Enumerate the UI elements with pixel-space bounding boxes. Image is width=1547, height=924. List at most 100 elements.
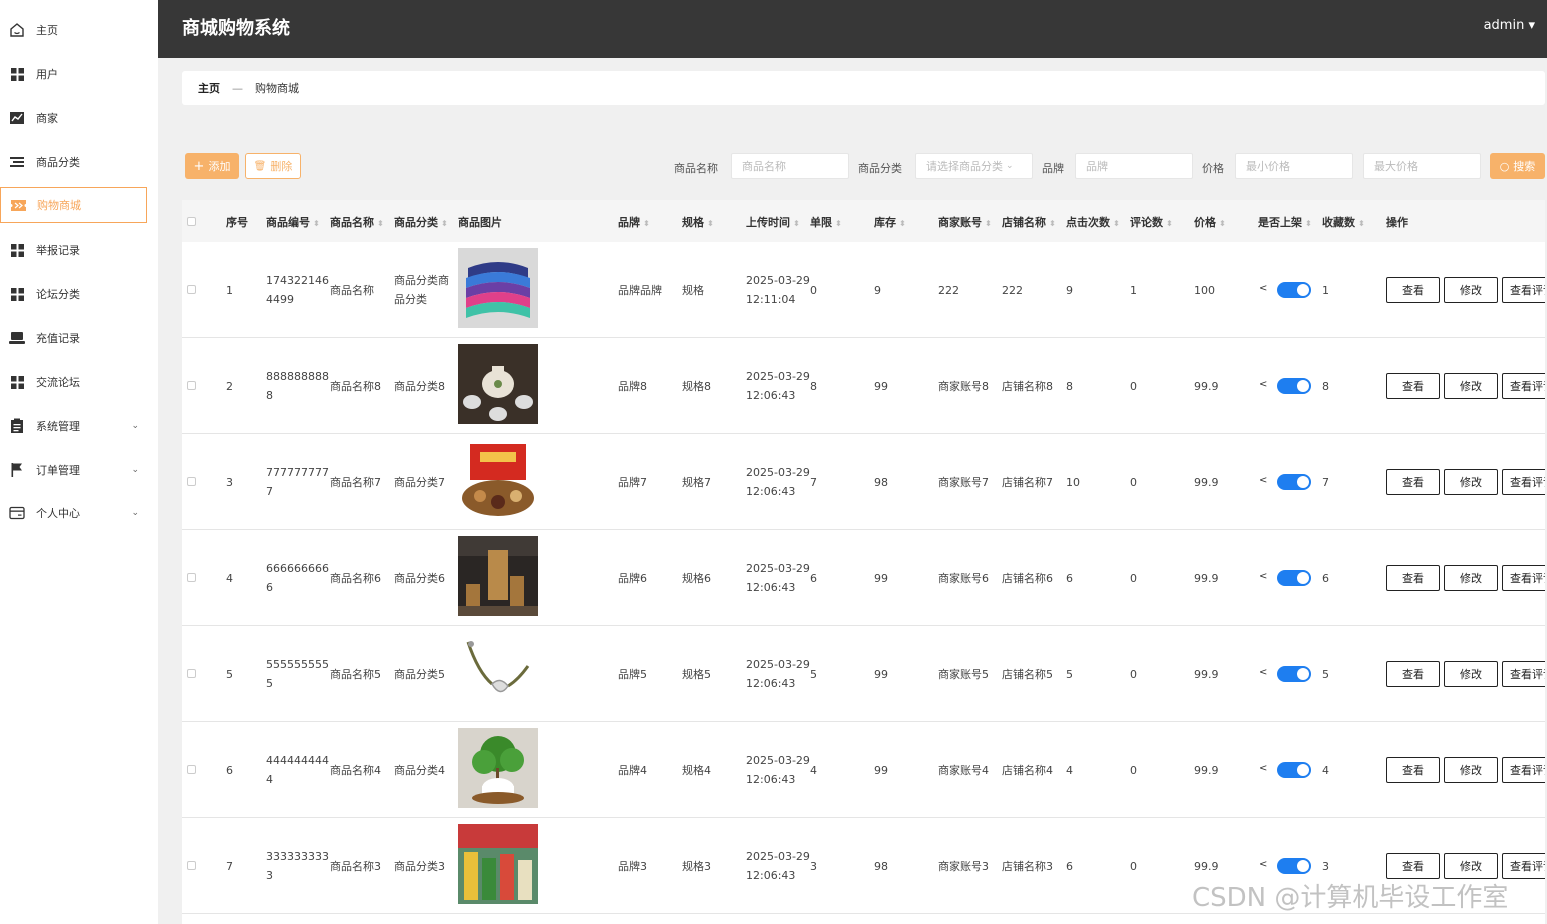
view-reviews-button[interactable]: 查看评论 — [1502, 373, 1545, 399]
sort-icon[interactable]: ⬍ — [1049, 219, 1056, 228]
sidebar-item-9[interactable]: 交流论坛 — [0, 364, 147, 400]
column-header[interactable]: 商品分类 ⬍ — [394, 214, 448, 230]
brand-filter-input[interactable]: 品牌 — [1075, 153, 1193, 179]
row-checkbox[interactable] — [187, 573, 196, 582]
view-reviews-button[interactable]: 查看评论 — [1502, 757, 1545, 783]
sidebar-item-7[interactable]: 论坛分类 — [0, 276, 147, 312]
listing-toggle[interactable] — [1277, 474, 1311, 490]
name-filter-input[interactable]: 商品名称 — [731, 153, 849, 179]
column-header[interactable]: 商品编号 ⬍ — [266, 214, 320, 230]
delete-button[interactable]: 🗑 删除 — [245, 153, 301, 179]
select-all-checkbox[interactable] — [187, 217, 196, 226]
edit-button[interactable]: 修改 — [1444, 277, 1498, 303]
view-button[interactable]: 查看 — [1386, 277, 1440, 303]
edit-button[interactable]: 修改 — [1444, 757, 1498, 783]
product-image[interactable] — [458, 344, 538, 424]
product-image[interactable] — [458, 536, 538, 616]
edit-button[interactable]: 修改 — [1444, 661, 1498, 687]
view-reviews-button[interactable]: 查看评论 — [1502, 565, 1545, 591]
sort-icon[interactable]: ⬍ — [1358, 219, 1365, 228]
column-header[interactable]: 商品名称 ⬍ — [330, 214, 384, 230]
listing-toggle[interactable] — [1277, 282, 1311, 298]
column-header[interactable]: 点击次数 ⬍ — [1066, 214, 1120, 230]
listing-toggle[interactable] — [1277, 858, 1311, 874]
view-button[interactable]: 查看 — [1386, 469, 1440, 495]
column-header[interactable]: 品牌 ⬍ — [618, 214, 650, 230]
product-image[interactable] — [458, 248, 538, 328]
breadcrumb-home[interactable]: 主页 — [198, 80, 220, 96]
listing-toggle[interactable] — [1277, 378, 1311, 394]
row-checkbox[interactable] — [187, 381, 196, 390]
view-reviews-button[interactable]: 查看评论 — [1502, 469, 1545, 495]
sort-icon[interactable]: ⬍ — [707, 219, 714, 228]
row-checkbox[interactable] — [187, 765, 196, 774]
sort-icon[interactable]: ⬍ — [1305, 219, 1312, 228]
sort-icon[interactable]: ⬍ — [377, 219, 384, 228]
product-image[interactable] — [458, 440, 538, 520]
sidebar-item-8[interactable]: 充值记录 — [0, 320, 147, 356]
sidebar-item-6[interactable]: 举报记录 — [0, 232, 147, 268]
sort-icon[interactable]: ⬍ — [985, 219, 992, 228]
column-header[interactable]: 库存 ⬍ — [874, 214, 906, 230]
sort-icon[interactable]: ⬍ — [1166, 219, 1173, 228]
sort-icon[interactable]: ⬍ — [899, 219, 906, 228]
sort-icon[interactable]: ⬍ — [793, 219, 800, 228]
product-image[interactable] — [458, 824, 538, 904]
sidebar-item-2[interactable]: 用户 — [0, 56, 147, 92]
sort-icon[interactable]: ⬍ — [1219, 219, 1226, 228]
column-header[interactable]: 店铺名称 ⬍ — [1002, 214, 1056, 230]
listing-toggle[interactable] — [1277, 762, 1311, 778]
add-button[interactable]: + 添加 — [185, 153, 239, 179]
sort-icon[interactable]: ⬍ — [1113, 219, 1120, 228]
view-reviews-button[interactable]: 查看评论 — [1502, 853, 1545, 879]
sidebar-item-10[interactable]: 系统管理 ⌄ — [0, 408, 147, 444]
max-price-input[interactable]: 最大价格 — [1363, 153, 1481, 179]
row-checkbox[interactable] — [187, 285, 196, 294]
user-menu[interactable]: admin ▾ — [1484, 18, 1535, 33]
stock-line: 99 — [874, 379, 888, 393]
product-image[interactable] — [458, 728, 538, 808]
view-button[interactable]: 查看 — [1386, 853, 1440, 879]
sidebar-item-5[interactable]: 购物商城 — [0, 187, 147, 223]
upload-time: 2025-03-29 12:06:43 — [746, 559, 810, 597]
listing-toggle[interactable] — [1277, 570, 1311, 586]
column-header[interactable]: 价格 ⬍ — [1194, 214, 1226, 230]
column-header[interactable]: 收藏数 ⬍ — [1322, 214, 1365, 230]
sidebar-item-12[interactable]: 个人中心 ⌄ — [0, 495, 147, 531]
edit-button[interactable]: 修改 — [1444, 469, 1498, 495]
row-checkbox[interactable] — [187, 669, 196, 678]
view-reviews-button[interactable]: 查看评论 — [1502, 277, 1545, 303]
column-header[interactable]: 是否上架 ⬍ — [1258, 214, 1312, 230]
sort-icon[interactable]: ⬍ — [313, 219, 320, 228]
row-checkbox[interactable] — [187, 861, 196, 870]
column-header[interactable]: 单限 ⬍ — [810, 214, 842, 230]
edit-button[interactable]: 修改 — [1444, 373, 1498, 399]
edit-button[interactable]: 修改 — [1444, 853, 1498, 879]
sidebar-item-1[interactable]: 主页 — [0, 12, 147, 48]
sort-icon[interactable]: ⬍ — [441, 219, 448, 228]
listing-toggle[interactable] — [1277, 666, 1311, 682]
view-button[interactable]: 查看 — [1386, 565, 1440, 591]
view-button[interactable]: 查看 — [1386, 661, 1440, 687]
sidebar-item-3[interactable]: 商家 — [0, 100, 147, 136]
sidebar-item-4[interactable]: 商品分类 — [0, 144, 147, 180]
min-price-input[interactable]: 最小价格 — [1235, 153, 1353, 179]
view-reviews-button[interactable]: 查看评论 — [1502, 661, 1545, 687]
shop-name-line: 店铺名称6 — [1002, 571, 1053, 585]
column-header[interactable]: 上传时间 ⬍ — [746, 214, 800, 230]
column-header[interactable]: 评论数 ⬍ — [1130, 214, 1173, 230]
column-header[interactable]: 商家账号 ⬍ — [938, 214, 992, 230]
column-header[interactable]: 规格 ⬍ — [682, 214, 714, 230]
search-button[interactable]: ○ 搜索 — [1490, 153, 1545, 179]
edit-button[interactable]: 修改 — [1444, 565, 1498, 591]
sort-icon[interactable]: ⬍ — [835, 219, 842, 228]
sort-icon[interactable]: ⬍ — [643, 219, 650, 228]
view-button[interactable]: 查看 — [1386, 373, 1440, 399]
category-select[interactable]: 请选择商品分类 ⌄ — [915, 153, 1033, 179]
row-checkbox[interactable] — [187, 477, 196, 486]
view-button[interactable]: 查看 — [1386, 757, 1440, 783]
sidebar-item-11[interactable]: 订单管理 ⌄ — [0, 452, 147, 488]
brand: 品牌7 — [618, 473, 647, 492]
product-image[interactable] — [458, 632, 538, 712]
favorite-count-line: 5 — [1322, 667, 1329, 681]
